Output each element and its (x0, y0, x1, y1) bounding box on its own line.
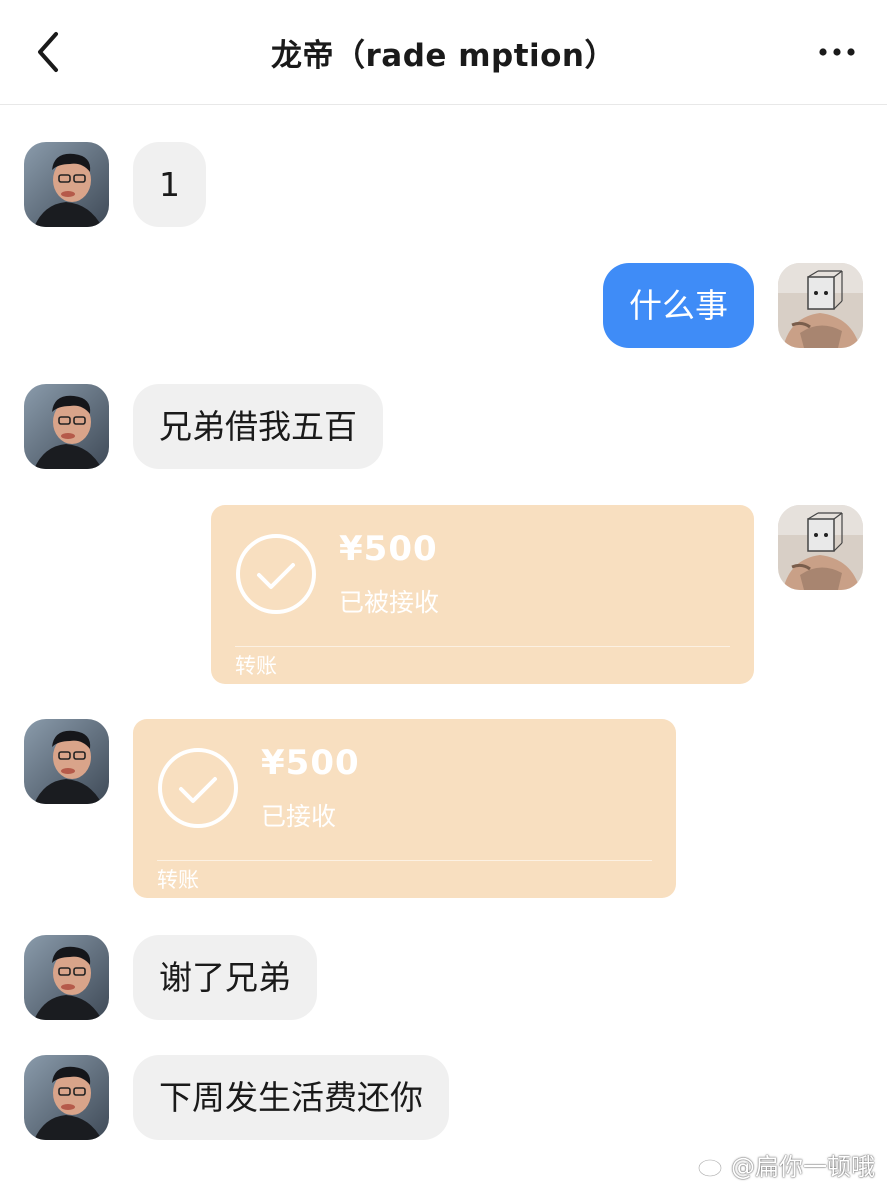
transfer-type-label: 转账 (235, 654, 277, 678)
message-bubble-incoming[interactable]: 1 (133, 142, 206, 227)
my-avatar[interactable] (778, 263, 863, 348)
watermark-text: @扁你一顿哦 (731, 1153, 875, 1181)
transfer-divider (157, 860, 652, 861)
transfer-status: 已被接收 (339, 588, 440, 617)
contact-avatar[interactable] (24, 935, 109, 1020)
chat-header: 龙帝（rade mption） (0, 0, 887, 105)
message-bubble-incoming[interactable]: 下周发生活费还你 (133, 1055, 449, 1140)
contact-avatar[interactable] (24, 719, 109, 804)
message-bubble-outgoing[interactable]: 什么事 (603, 263, 754, 348)
transfer-amount: ¥500 (339, 529, 438, 569)
transfer-card-received[interactable]: ¥500 已接收 转账 (133, 719, 676, 898)
more-options-button[interactable] (815, 28, 865, 76)
transfer-status: 已接收 (261, 802, 337, 831)
watermark: @扁你一顿哦 (697, 1147, 875, 1182)
transfer-card-sent[interactable]: ¥500 已被接收 转账 (211, 505, 754, 684)
contact-avatar[interactable] (24, 142, 109, 227)
chat-screen: 龙帝（rade mption） 1 什么事 兄弟借我五百 ¥500 已被接收 转… (0, 0, 887, 1200)
transfer-type-label: 转账 (157, 868, 199, 892)
more-horizontal-icon (819, 48, 855, 56)
my-avatar[interactable] (778, 505, 863, 590)
message-bubble-incoming[interactable]: 谢了兄弟 (133, 935, 317, 1020)
contact-avatar[interactable] (24, 384, 109, 469)
message-bubble-incoming[interactable]: 兄弟借我五百 (133, 384, 383, 469)
check-circle-icon (158, 748, 238, 828)
transfer-amount: ¥500 (261, 743, 360, 783)
weibo-icon (698, 1154, 725, 1177)
contact-avatar[interactable] (24, 1055, 109, 1140)
transfer-divider (235, 646, 730, 647)
chat-title: 龙帝（rade mption） (270, 38, 617, 74)
check-circle-icon (236, 534, 316, 614)
